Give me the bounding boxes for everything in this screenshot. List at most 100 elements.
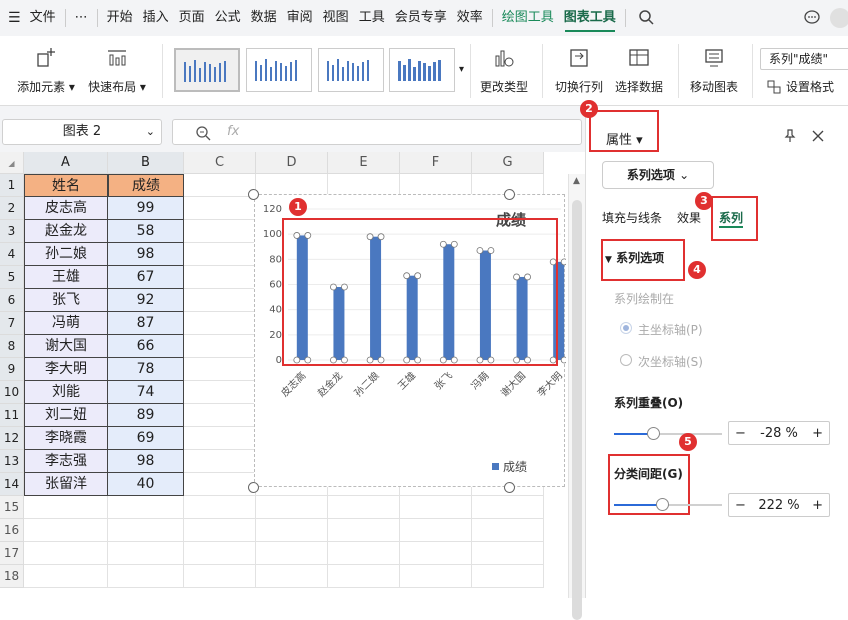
overlap-slider[interactable] xyxy=(614,427,722,440)
menu-chart-tools[interactable]: 图表工具 xyxy=(559,0,621,36)
column-header-d[interactable]: D xyxy=(256,152,328,174)
cell[interactable] xyxy=(108,542,184,565)
cell[interactable] xyxy=(24,496,108,519)
series-options-dropdown[interactable]: 系列选项 ⌄ xyxy=(602,161,714,189)
header-cell[interactable]: 成绩 xyxy=(108,174,184,197)
row-header[interactable]: 6 xyxy=(0,289,24,312)
cell[interactable] xyxy=(184,289,256,312)
cell[interactable] xyxy=(184,243,256,266)
cell[interactable] xyxy=(328,519,400,542)
cell[interactable] xyxy=(108,565,184,588)
plus-icon[interactable]: + xyxy=(812,498,823,513)
name-cell[interactable]: 李大明 xyxy=(24,358,108,381)
close-icon[interactable] xyxy=(812,130,824,142)
menu-more[interactable]: ⋯ xyxy=(70,0,93,36)
column-header-c[interactable]: C xyxy=(184,152,256,174)
name-cell[interactable]: 赵金龙 xyxy=(24,220,108,243)
cell[interactable] xyxy=(184,335,256,358)
cell[interactable] xyxy=(184,404,256,427)
minus-icon[interactable]: − xyxy=(735,498,746,513)
row-header[interactable]: 7 xyxy=(0,312,24,335)
row-header[interactable]: 4 xyxy=(0,243,24,266)
row-header[interactable]: 10 xyxy=(0,381,24,404)
score-cell[interactable]: 78 xyxy=(108,358,184,381)
cell[interactable] xyxy=(256,565,328,588)
name-cell[interactable]: 张飞 xyxy=(24,289,108,312)
cell[interactable] xyxy=(184,565,256,588)
column-header-g[interactable]: G xyxy=(472,152,544,174)
search-icon[interactable] xyxy=(630,9,662,28)
change-type-button[interactable]: 更改类型 xyxy=(476,42,532,102)
row-header[interactable]: 13 xyxy=(0,450,24,473)
cell[interactable] xyxy=(472,496,544,519)
menu-formula[interactable]: 公式 xyxy=(210,0,246,36)
cell[interactable] xyxy=(472,519,544,542)
cell[interactable] xyxy=(184,381,256,404)
resize-handle[interactable] xyxy=(504,189,515,200)
row-header[interactable]: 5 xyxy=(0,266,24,289)
zoom-icon[interactable] xyxy=(195,125,211,141)
menu-efficiency[interactable]: 效率 xyxy=(452,0,488,36)
menu-page[interactable]: 页面 xyxy=(174,0,210,36)
cell[interactable] xyxy=(328,542,400,565)
row-header[interactable]: 16 xyxy=(0,519,24,542)
cell[interactable] xyxy=(256,519,328,542)
name-cell[interactable]: 冯萌 xyxy=(24,312,108,335)
column-header-f[interactable]: F xyxy=(400,152,472,174)
set-format-button[interactable]: 设置格式 xyxy=(766,78,834,95)
score-cell[interactable]: 89 xyxy=(108,404,184,427)
menu-home[interactable]: 开始 xyxy=(102,0,138,36)
resize-handle[interactable] xyxy=(248,482,259,493)
cell[interactable] xyxy=(256,496,328,519)
score-cell[interactable]: 69 xyxy=(108,427,184,450)
cell[interactable] xyxy=(24,565,108,588)
scroll-up-icon[interactable]: ▲ xyxy=(573,176,580,186)
formula-input[interactable]: fx xyxy=(172,119,582,145)
property-title[interactable]: 属性 ▾ xyxy=(606,129,643,148)
cell[interactable] xyxy=(184,174,256,197)
cell[interactable] xyxy=(184,473,256,496)
row-header[interactable]: 17 xyxy=(0,542,24,565)
cell[interactable] xyxy=(184,220,256,243)
row-header[interactable]: 15 xyxy=(0,496,24,519)
cell[interactable] xyxy=(184,450,256,473)
name-cell[interactable]: 谢大国 xyxy=(24,335,108,358)
cell[interactable] xyxy=(184,542,256,565)
name-cell[interactable]: 李晓霞 xyxy=(24,427,108,450)
column-header-b[interactable]: B xyxy=(108,152,184,174)
name-cell[interactable]: 李志强 xyxy=(24,450,108,473)
cell[interactable] xyxy=(184,519,256,542)
chart-style-4[interactable] xyxy=(389,48,455,92)
score-cell[interactable]: 74 xyxy=(108,381,184,404)
chart-style-1[interactable] xyxy=(174,48,240,92)
name-cell[interactable]: 刘能 xyxy=(24,381,108,404)
select-all-corner[interactable]: ◢ xyxy=(0,152,24,174)
cell[interactable] xyxy=(184,197,256,220)
cell[interactable] xyxy=(400,496,472,519)
gap-width-stepper[interactable]: − 222 % + xyxy=(728,493,830,517)
cell[interactable] xyxy=(108,519,184,542)
cell[interactable] xyxy=(400,565,472,588)
row-header[interactable]: 8 xyxy=(0,335,24,358)
fx-icon[interactable]: fx xyxy=(227,124,239,139)
row-header[interactable]: 14 xyxy=(0,473,24,496)
score-cell[interactable]: 67 xyxy=(108,266,184,289)
overlap-stepper[interactable]: − -28 % + xyxy=(728,421,830,445)
chevron-down-icon[interactable]: ▾ xyxy=(459,64,464,75)
name-cell[interactable]: 孙二娘 xyxy=(24,243,108,266)
menu-data[interactable]: 数据 xyxy=(246,0,282,36)
name-cell[interactable]: 刘二妞 xyxy=(24,404,108,427)
menu-view[interactable]: 视图 xyxy=(318,0,354,36)
score-cell[interactable]: 98 xyxy=(108,450,184,473)
score-cell[interactable]: 66 xyxy=(108,335,184,358)
score-cell[interactable]: 40 xyxy=(108,473,184,496)
chevron-down-icon[interactable] xyxy=(830,8,848,28)
row-header[interactable]: 3 xyxy=(0,220,24,243)
gap-width-slider[interactable] xyxy=(614,498,722,511)
select-data-button[interactable]: 选择数据 xyxy=(612,42,666,102)
cell[interactable] xyxy=(24,519,108,542)
cell[interactable] xyxy=(184,358,256,381)
chart-style-2[interactable] xyxy=(246,48,312,92)
name-cell[interactable]: 王雄 xyxy=(24,266,108,289)
name-cell[interactable]: 张留洋 xyxy=(24,473,108,496)
